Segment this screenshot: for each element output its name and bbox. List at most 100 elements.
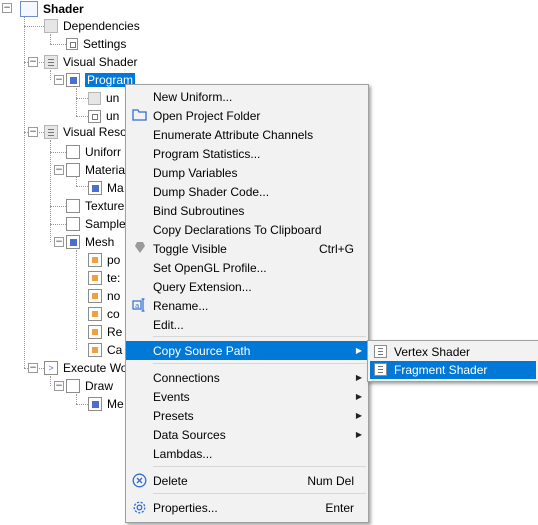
menu-item-label: Copy Declarations To Clipboard <box>153 222 322 237</box>
menu-item-label: Data Sources <box>153 427 226 442</box>
tree-guide-line <box>76 404 88 405</box>
tree-item-material-child[interactable]: Ma <box>88 179 124 197</box>
material-icon <box>66 163 80 177</box>
submenu-item-fragment-shader[interactable]: Fragment Shader <box>370 361 536 379</box>
collapse-toggle[interactable]: − <box>28 127 38 137</box>
submenu-arrow-icon: ▶ <box>355 430 362 439</box>
menu-item-label: New Uniform... <box>153 89 233 104</box>
menu-item-presets[interactable]: Presets ▶ <box>126 406 368 425</box>
tree-guide-line <box>50 70 51 80</box>
menu-item-properties[interactable]: Properties... Enter <box>126 498 368 517</box>
shortcut-label: Num Del <box>307 473 354 488</box>
tree-guide-line <box>24 26 44 27</box>
menu-item-label: Query Extension... <box>153 279 252 294</box>
tree-item-re[interactable]: Re <box>88 323 122 341</box>
tree-item-label: Draw <box>85 379 114 393</box>
tree-item-label: Ma <box>107 181 124 195</box>
tree-item-label: Settings <box>83 37 127 51</box>
menu-item-label: Dump Variables <box>153 165 238 180</box>
tree-item-visual-shader[interactable]: Visual Shader <box>44 53 138 71</box>
tree-item-label: co <box>107 307 120 321</box>
menu-item-data-sources[interactable]: Data Sources ▶ <box>126 425 368 444</box>
menu-item-bind-subroutines[interactable]: Bind Subroutines <box>126 201 368 220</box>
menu-separator <box>153 363 366 364</box>
submenu-arrow-icon: ▶ <box>355 392 362 401</box>
menu-item-set-opengl-profile[interactable]: Set OpenGL Profile... <box>126 258 368 277</box>
tree-item-sampler[interactable]: Sample <box>66 215 126 233</box>
tree-guide-line <box>50 44 66 45</box>
collapse-toggle[interactable]: − <box>28 57 38 67</box>
menu-item-open-project-folder[interactable]: Open Project Folder <box>126 106 368 125</box>
menu-item-dump-shader-code[interactable]: Dump Shader Code... <box>126 182 368 201</box>
menu-separator <box>153 493 366 494</box>
submenu-item-vertex-shader[interactable]: Vertex Shader <box>370 343 536 361</box>
menu-separator <box>153 336 366 337</box>
program-icon <box>66 73 80 87</box>
tree-guide-line <box>76 116 88 117</box>
menu-item-rename[interactable]: a Rename... <box>126 296 368 315</box>
collapse-toggle[interactable]: − <box>54 75 64 85</box>
menu-item-label: Lambdas... <box>153 446 213 461</box>
tree-item-ca[interactable]: Ca <box>88 341 122 359</box>
collapse-toggle[interactable]: − <box>2 3 12 13</box>
menu-item-program-statistics[interactable]: Program Statistics... <box>126 144 368 163</box>
menu-item-enumerate-attribute-channels[interactable]: Enumerate Attribute Channels <box>126 125 368 144</box>
menu-item-new-uniform[interactable]: New Uniform... <box>126 87 368 106</box>
menu-item-events[interactable]: Events ▶ <box>126 387 368 406</box>
collapse-toggle[interactable]: − <box>54 237 64 247</box>
menu-item-label: Copy Source Path <box>153 343 251 358</box>
tree-item-te[interactable]: te: <box>88 269 120 287</box>
sampler-icon <box>66 217 80 231</box>
rename-icon: a <box>132 298 147 313</box>
submenu-item-label: Vertex Shader <box>394 345 471 359</box>
uniform-icon <box>88 91 101 105</box>
tree-guide-line <box>76 250 77 350</box>
tree-item-label: Visual Shader <box>63 55 138 69</box>
tree-guide-line <box>50 140 51 242</box>
execute-icon: > <box>44 361 58 375</box>
menu-item-copy-declarations[interactable]: Copy Declarations To Clipboard <box>126 220 368 239</box>
tree-item-label: Dependencies <box>63 19 140 33</box>
tree-item-material[interactable]: Materia <box>66 161 125 179</box>
menu-item-query-extension[interactable]: Query Extension... <box>126 277 368 296</box>
tree-item-texture[interactable]: Texture <box>66 197 124 215</box>
gear-icon <box>132 500 147 515</box>
menu-item-toggle-visible[interactable]: Toggle Visible Ctrl+G <box>126 239 368 258</box>
menu-item-edit[interactable]: Edit... <box>126 315 368 334</box>
collapse-toggle[interactable]: − <box>54 381 64 391</box>
dependencies-icon <box>44 19 58 33</box>
material-child-icon <box>88 181 102 195</box>
menu-item-dump-variables[interactable]: Dump Variables <box>126 163 368 182</box>
tree-item-execute[interactable]: > Execute Wo <box>44 359 127 377</box>
attribute-icon <box>88 343 102 357</box>
tree-item-label: Shader <box>43 2 84 16</box>
tree-item-settings[interactable]: Settings <box>66 35 126 53</box>
collapse-toggle[interactable]: − <box>54 165 64 175</box>
tree-item-label: Me <box>107 397 124 411</box>
tree-item-co[interactable]: co <box>88 305 120 323</box>
tree-item-draw[interactable]: Draw <box>66 377 113 395</box>
tree-item-shader[interactable]: Shader <box>20 0 84 18</box>
menu-item-connections[interactable]: Connections ▶ <box>126 368 368 387</box>
svg-text:a: a <box>135 302 139 310</box>
tree-item-label: Texture <box>85 199 125 213</box>
submenu-arrow-icon: ▶ <box>355 346 362 355</box>
tree-item-label: po <box>107 253 121 267</box>
tree-item-uniform[interactable]: Uniforr <box>66 143 121 161</box>
menu-item-copy-source-path[interactable]: Copy Source Path ▶ <box>126 341 368 360</box>
tree-item-uniform-1[interactable]: un <box>88 89 119 107</box>
delete-icon <box>132 473 147 488</box>
tree-item-dependencies[interactable]: Dependencies <box>44 17 140 35</box>
menu-item-lambdas[interactable]: Lambdas... <box>126 444 368 463</box>
tree-item-po[interactable]: po <box>88 251 120 269</box>
tree-item-me[interactable]: Me <box>88 395 124 413</box>
tree-item-visual-resources[interactable]: Visual Reso <box>44 123 127 141</box>
collapse-toggle[interactable]: − <box>28 363 38 373</box>
tree-item-label: Materia <box>85 163 126 177</box>
menu-item-label: Toggle Visible <box>153 241 227 256</box>
tree-item-mesh[interactable]: Mesh <box>66 233 114 251</box>
draw-icon <box>66 379 80 393</box>
mesh-icon <box>66 235 80 249</box>
menu-item-delete[interactable]: Delete Num Del <box>126 471 368 490</box>
tree-item-no[interactable]: no <box>88 287 120 305</box>
